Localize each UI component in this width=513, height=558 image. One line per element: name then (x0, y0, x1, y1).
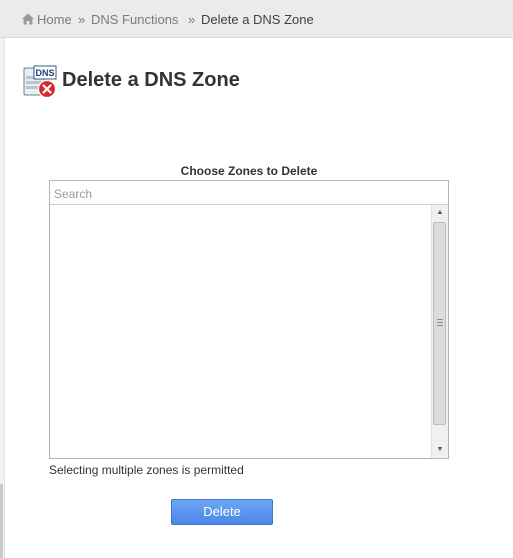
dns-icon-text: DNS (35, 68, 54, 78)
home-icon[interactable] (21, 12, 35, 26)
breadcrumb: Home » DNS Functions » Delete a DNS Zone (0, 0, 513, 38)
breadcrumb-separator: » (78, 12, 86, 27)
zone-list-scrollbar[interactable]: ▲ ▼ (431, 205, 448, 458)
scroll-thumb[interactable] (433, 222, 446, 425)
page: Home » DNS Functions » Delete a DNS Zone… (0, 0, 513, 558)
breadcrumb-separator: » (188, 12, 196, 27)
scroll-up-arrow-icon[interactable]: ▲ (432, 205, 448, 221)
zone-selector-label: Choose Zones to Delete (180, 164, 318, 178)
zone-list[interactable] (50, 205, 431, 458)
dns-delete-icon: DNS (23, 65, 57, 99)
breadcrumb-dns-functions-link[interactable]: DNS Functions (91, 12, 178, 28)
page-title: Delete a DNS Zone (62, 69, 240, 91)
multi-select-hint: Selecting multiple zones is permitted (49, 463, 244, 477)
left-edge-marker (0, 484, 3, 558)
scroll-grip-icon (437, 319, 443, 326)
delete-button[interactable]: Delete (171, 499, 273, 525)
zone-search-input[interactable] (50, 181, 448, 205)
zone-selector: ▲ ▼ (49, 180, 449, 459)
left-edge (0, 38, 5, 558)
breadcrumb-home-link[interactable]: Home (37, 12, 72, 28)
breadcrumb-current: Delete a DNS Zone (201, 12, 314, 27)
scroll-down-arrow-icon[interactable]: ▼ (432, 442, 448, 458)
